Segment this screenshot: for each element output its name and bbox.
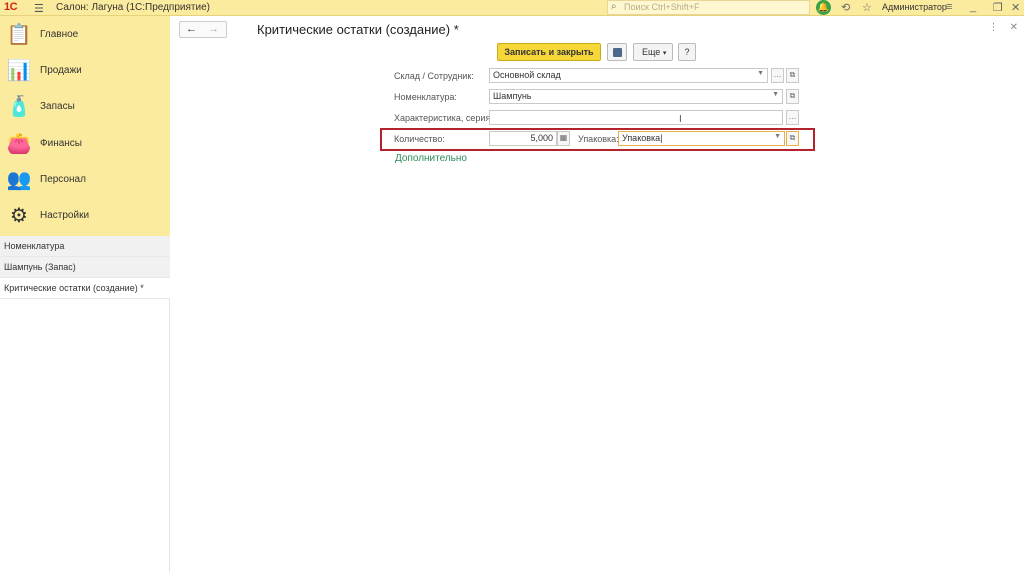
section-label: Запасы <box>40 101 75 112</box>
save-and-close-button[interactable]: Записать и закрыть <box>497 43 601 61</box>
quantity-label: Количество: <box>394 134 445 144</box>
text-caret: | <box>660 133 663 143</box>
back-arrow-icon[interactable]: ← <box>186 23 197 35</box>
open-window-item-active[interactable]: Критические остатки (создание) * <box>0 278 170 299</box>
chevron-down-icon: ▾ <box>662 50 667 57</box>
title-bar: 1С ☰ Салон: Лагуна (1С:Предприятие) ⌕ По… <box>0 0 1024 16</box>
close-icon[interactable]: ✕ <box>1011 1 1020 14</box>
select-button[interactable]: … <box>786 110 799 125</box>
sidebar: 📋 Главное 📊 Продажи 🧴 Запасы 👛 Финансы 👥… <box>0 16 170 572</box>
notification-bell-icon[interactable]: 🔔 <box>816 0 831 15</box>
section-label: Продажи <box>40 65 82 76</box>
nomenclature-field[interactable]: Шампунь ▼ <box>489 89 783 104</box>
settings-lines-icon[interactable]: ≡ <box>946 1 952 13</box>
characteristic-label: Характеристика, серия: <box>394 113 493 123</box>
search-icon: ⌕ <box>611 1 617 12</box>
text-cursor-icon: I <box>679 114 682 125</box>
menu-icon[interactable]: ☰ <box>34 2 44 15</box>
quantity-value: 5,000 <box>530 133 553 143</box>
warehouse-label: Склад / Сотрудник: <box>394 71 474 81</box>
warehouse-field[interactable]: Основной склад ▼ <box>489 68 768 83</box>
favorites-star-icon[interactable]: ☆ <box>862 1 872 14</box>
minimize-icon[interactable]: _ <box>970 1 976 13</box>
restore-icon[interactable]: ❐ <box>993 1 1003 14</box>
nomenclature-label: Номенклатура: <box>394 92 457 102</box>
package-label: Упаковка: <box>578 134 619 144</box>
section-label: Настройки <box>40 210 90 221</box>
gear-icon: ⚙ <box>10 205 28 227</box>
form-close-icon[interactable]: ✕ <box>1010 22 1018 33</box>
dropdown-arrow-icon[interactable]: ▼ <box>774 133 781 140</box>
open-link-icon[interactable]: ⧉ <box>786 131 799 146</box>
warehouse-value: Основной склад <box>493 70 561 80</box>
package-value: Упаковка <box>622 133 661 143</box>
form-window-buttons: ⋮ ✕ <box>988 22 1018 33</box>
open-link-icon[interactable]: ⧉ <box>786 68 799 83</box>
open-windows-list: Номенклатура Шампунь (Запас) Критические… <box>0 236 170 299</box>
form-menu-icon[interactable]: ⋮ <box>988 22 998 33</box>
section-personnel[interactable]: 👥 Персонал <box>0 162 170 198</box>
package-field[interactable]: Упаковка| ▼ <box>618 131 785 146</box>
products-icon: 🧴 <box>6 96 32 118</box>
section-settings[interactable]: ⚙ Настройки <box>0 198 170 234</box>
section-main[interactable]: 📋 Главное <box>0 17 170 53</box>
people-icon: 👥 <box>6 169 32 191</box>
forward-arrow-icon[interactable]: → <box>208 23 219 35</box>
open-window-item[interactable]: Шампунь (Запас) <box>0 257 170 278</box>
section-sales[interactable]: 📊 Продажи <box>0 53 170 89</box>
help-button[interactable]: ? <box>678 43 696 61</box>
wallet-icon: 👛 <box>6 133 32 155</box>
section-label: Главное <box>40 29 79 40</box>
app-logo: 1С <box>4 1 18 13</box>
section-finance[interactable]: 👛 Финансы <box>0 126 170 162</box>
calculator-icon[interactable]: ▦ <box>557 131 570 146</box>
history-icon[interactable]: ⟲ <box>841 1 850 14</box>
more-button[interactable]: Еще ▾ <box>633 43 673 61</box>
section-stock[interactable]: 🧴 Запасы <box>0 89 170 125</box>
clipboard-icon: 📋 <box>6 24 32 46</box>
dropdown-arrow-icon[interactable]: ▼ <box>772 91 779 98</box>
more-label: Еще <box>642 47 661 57</box>
floppy-disk-icon <box>613 48 622 57</box>
open-link-icon[interactable]: ⧉ <box>786 89 799 104</box>
dropdown-arrow-icon[interactable]: ▼ <box>757 70 764 77</box>
app-title: Салон: Лагуна (1С:Предприятие) <box>56 2 210 13</box>
additional-link[interactable]: Дополнительно <box>395 153 467 164</box>
search-placeholder: Поиск Ctrl+Shift+F <box>624 2 700 12</box>
search-input[interactable]: ⌕ Поиск Ctrl+Shift+F <box>607 0 810 15</box>
section-label: Финансы <box>40 138 82 149</box>
open-window-item[interactable]: Номенклатура <box>0 236 170 257</box>
select-button[interactable]: … <box>771 68 784 83</box>
sections-panel: 📋 Главное 📊 Продажи 🧴 Запасы 👛 Финансы 👥… <box>0 16 170 236</box>
form-title: Критические остатки (создание) * <box>257 22 459 37</box>
save-button[interactable] <box>607 43 627 61</box>
characteristic-field[interactable] <box>489 110 783 125</box>
user-name[interactable]: Администратор <box>882 2 947 12</box>
nomenclature-value: Шампунь <box>493 91 532 101</box>
quantity-field[interactable]: 5,000 <box>489 131 557 146</box>
chart-icon: 📊 <box>6 60 32 82</box>
form-area: ← → Критические остатки (создание) * ⋮ ✕… <box>171 16 1024 572</box>
section-label: Персонал <box>40 174 86 185</box>
nav-buttons: ← → <box>179 21 227 38</box>
